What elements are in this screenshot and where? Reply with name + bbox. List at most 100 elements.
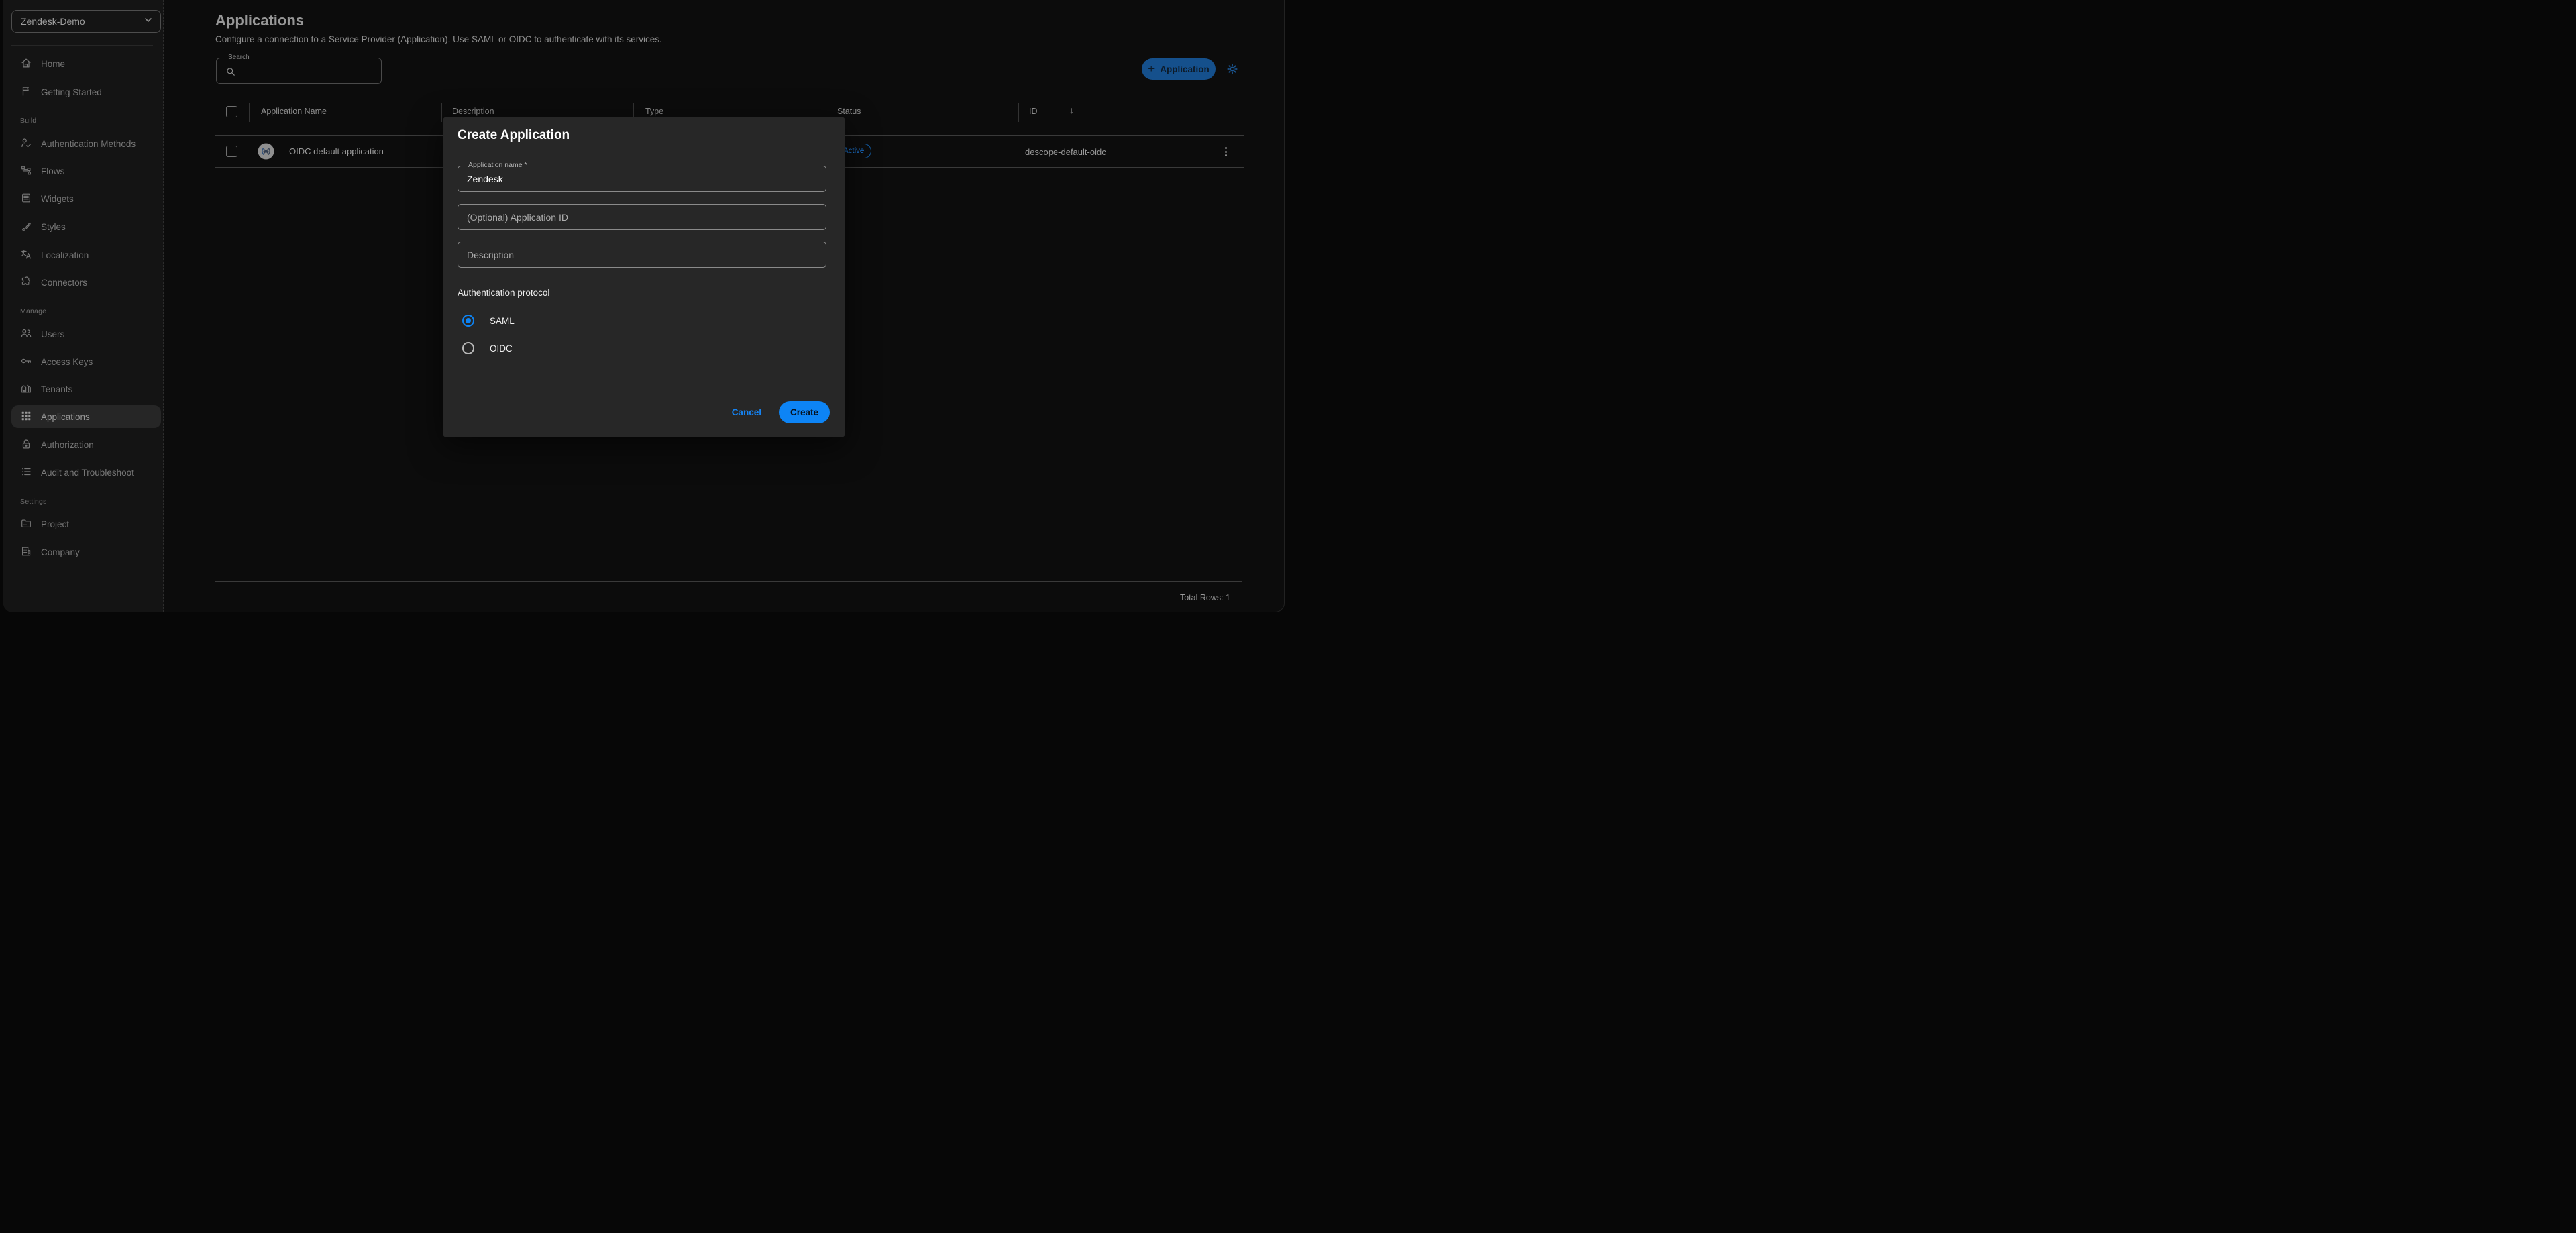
sidebar-item-label: Widgets <box>41 194 74 204</box>
sidebar-item-connectors[interactable]: Connectors <box>11 273 160 292</box>
column-header-application-name[interactable]: Application Name <box>261 107 327 116</box>
column-separator <box>441 103 442 122</box>
sidebar-item-authentication-methods[interactable]: Authentication Methods <box>11 134 160 153</box>
protocol-option-label: SAML <box>490 316 515 326</box>
sidebar-item-label: Authorization <box>41 440 94 450</box>
sidebar-item-audit-and-troubleshoot[interactable]: Audit and Troubleshoot <box>11 463 160 482</box>
total-rows-label: Total Rows: 1 <box>1180 593 1230 602</box>
application-name-field: Application name * <box>458 166 826 192</box>
sidebar-item-company[interactable]: Company <box>11 543 160 561</box>
sidebar: Zendesk-Demo Home Getting Started Build … <box>3 0 164 612</box>
users-icon <box>20 327 32 341</box>
column-header-status[interactable]: Status <box>837 107 861 116</box>
flag-icon <box>20 85 32 99</box>
search-field[interactable]: Search <box>216 58 382 84</box>
application-name-label: Application name * <box>465 161 531 169</box>
sidebar-item-home[interactable]: Home <box>11 54 160 73</box>
description-input[interactable] <box>458 242 826 267</box>
column-header-id[interactable]: ID <box>1029 107 1038 116</box>
brush-icon <box>20 220 32 234</box>
sidebar-item-label: Company <box>41 547 80 557</box>
column-separator <box>249 103 250 122</box>
sidebar-item-label: Flows <box>41 166 64 176</box>
home-icon <box>20 57 32 71</box>
protocol-option-saml[interactable]: SAML <box>462 315 515 327</box>
gear-icon[interactable] <box>1226 63 1238 78</box>
flowchart-icon <box>20 164 32 178</box>
sidebar-item-widgets[interactable]: Widgets <box>11 189 160 208</box>
sort-descending-icon[interactable]: ↓ <box>1069 105 1074 115</box>
select-all-checkbox[interactable] <box>226 106 237 117</box>
list-icon <box>20 466 32 480</box>
column-header-description[interactable]: Description <box>452 107 494 116</box>
sidebar-item-users[interactable]: Users <box>11 325 160 343</box>
person-check-icon <box>20 137 32 151</box>
description-field <box>458 242 826 268</box>
translate-icon <box>20 248 32 262</box>
plus-icon: + <box>1148 63 1155 74</box>
page-description: Configure a connection to a Service Prov… <box>215 34 662 44</box>
app-root: Zendesk-Demo Home Getting Started Build … <box>0 0 1288 616</box>
column-header-type[interactable]: Type <box>645 107 663 116</box>
search-label: Search <box>225 54 253 61</box>
sidebar-item-label: Applications <box>41 412 90 422</box>
application-id-field <box>458 204 826 230</box>
sidebar-section-build: Build <box>20 117 36 125</box>
sidebar-item-label: Project <box>41 519 69 529</box>
protocol-option-label: OIDC <box>490 343 513 354</box>
sidebar-item-authorization[interactable]: Authorization <box>11 435 160 454</box>
key-icon <box>20 355 32 369</box>
sidebar-item-access-keys[interactable]: Access Keys <box>11 352 160 371</box>
sidebar-item-label: Getting Started <box>41 87 102 97</box>
table-footer-divider <box>215 581 1242 582</box>
application-avatar <box>258 143 274 163</box>
sidebar-item-localization[interactable]: Localization <box>11 246 160 264</box>
cancel-button[interactable]: Cancel <box>732 407 761 417</box>
application-name-cell: OIDC default application <box>289 146 384 156</box>
sidebar-item-label: Localization <box>41 250 89 260</box>
column-separator <box>1018 103 1019 122</box>
project-selector[interactable]: Zendesk-Demo <box>11 10 161 33</box>
sidebar-item-label: Users <box>41 329 64 339</box>
radio-icon[interactable] <box>462 342 474 354</box>
sidebar-item-label: Audit and Troubleshoot <box>41 468 134 478</box>
create-button[interactable]: Create <box>779 401 830 423</box>
journal-icon <box>20 192 32 206</box>
add-application-button[interactable]: + Application <box>1142 58 1216 80</box>
add-application-label: Application <box>1160 64 1210 74</box>
puzzle-icon <box>20 276 32 290</box>
grid-icon <box>20 410 32 424</box>
sidebar-item-label: Connectors <box>41 278 87 288</box>
application-id-cell: descope-default-oidc <box>1025 147 1106 157</box>
application-id-input[interactable] <box>458 205 826 229</box>
protocol-option-oidc[interactable]: OIDC <box>462 342 513 354</box>
sidebar-item-flows[interactable]: Flows <box>11 162 160 180</box>
page-title: Applications <box>215 12 304 30</box>
building-icon <box>20 545 32 559</box>
chevron-down-icon <box>143 15 154 29</box>
authentication-protocol-label: Authentication protocol <box>458 288 549 298</box>
create-application-modal: Create Application Application name * Au… <box>443 117 845 437</box>
project-name: Zendesk-Demo <box>21 16 143 27</box>
buildings-icon <box>20 382 32 396</box>
sidebar-divider <box>11 45 153 46</box>
modal-actions: Cancel Create <box>732 401 830 423</box>
sidebar-item-applications[interactable]: Applications <box>11 405 161 428</box>
sidebar-item-label: Access Keys <box>41 357 93 367</box>
sidebar-item-label: Authentication Methods <box>41 139 136 149</box>
folder-icon <box>20 517 32 531</box>
lock-icon <box>20 438 32 452</box>
sidebar-section-manage: Manage <box>20 307 46 315</box>
sidebar-item-label: Tenants <box>41 384 72 394</box>
application-name-input[interactable] <box>458 166 826 191</box>
sidebar-item-label: Home <box>41 59 65 69</box>
radio-icon[interactable] <box>462 315 474 327</box>
sidebar-item-tenants[interactable]: Tenants <box>11 380 160 398</box>
row-checkbox[interactable] <box>226 146 237 157</box>
sidebar-item-label: Styles <box>41 222 66 232</box>
sidebar-section-settings: Settings <box>20 498 47 506</box>
row-menu-icon[interactable] <box>1224 146 1228 158</box>
sidebar-item-project[interactable]: Project <box>11 515 160 533</box>
sidebar-item-getting-started[interactable]: Getting Started <box>11 83 160 101</box>
sidebar-item-styles[interactable]: Styles <box>11 217 160 236</box>
